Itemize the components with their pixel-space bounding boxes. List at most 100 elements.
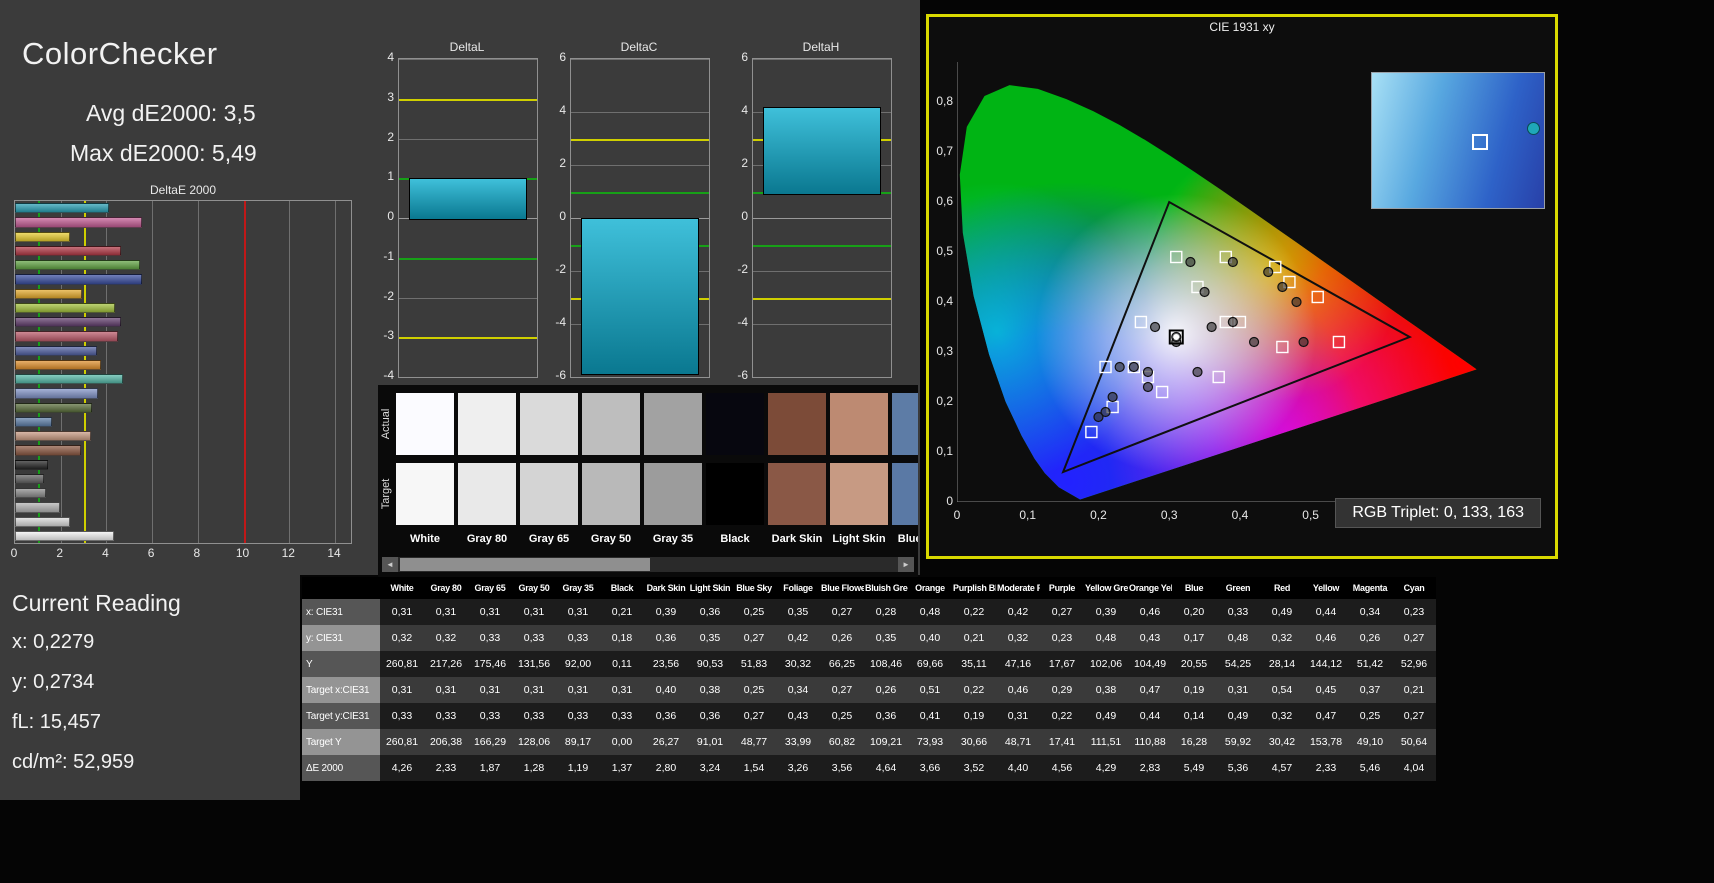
table-cell: 23,56 [644,651,688,677]
table-cell: 1,19 [556,755,600,781]
table-cell: 2,33 [1304,755,1348,781]
deltaH-gridline [753,377,891,378]
table-cell: 0,31 [512,599,556,625]
column-header-black: Black [600,577,644,599]
table-cell: 0,25 [820,703,864,729]
table-cell: 1,54 [732,755,776,781]
table-cell: 0,32 [424,625,468,651]
deltae2000-chart: DeltaE 2000 02468101214 [14,183,354,573]
deltaH-chart-title: DeltaH [752,40,890,54]
table-cell: 0,33 [556,625,600,651]
deltae-bar-red [15,246,121,256]
table-cell: 0,44 [1128,703,1172,729]
deltaL-gridline [399,59,537,60]
deltaH-y-tick-label: 0 [722,209,748,223]
page-title: ColorChecker [22,36,218,72]
row-label-target-x-cie31: Target x:CIE31 [302,677,380,703]
deltae-x-tick-label: 12 [282,546,295,560]
table-cell: 0,46 [1128,599,1172,625]
target-swatch-light-skin [830,463,888,525]
actual-swatch-blue-sky [892,393,918,455]
table-cell: 3,52 [952,755,996,781]
scroll-right-arrow-icon[interactable]: ► [898,557,914,572]
table-cell: 0,27 [820,677,864,703]
patch-strip-scrollbar[interactable]: ◄ ► [382,557,914,572]
deltaH-y-tick-label: 4 [722,103,748,117]
deltaH-gridline [753,218,891,219]
deltaH-reference-line [753,298,891,300]
table-cell: 69,66 [908,651,952,677]
deltaL-y-tick-label: -1 [368,249,394,263]
table-row--e-2000: ΔE 20004,262,331,871,281,191,372,803,241… [302,755,1436,781]
column-header-orange-yellow: Orange Yellow [1128,577,1172,599]
cie-x-tick-label: 0,5 [1302,508,1319,522]
deltaL-reference-line [399,99,537,101]
table-cell: 110,88 [1128,729,1172,755]
table-cell: 0,31 [468,599,512,625]
column-header-blue: Blue [1172,577,1216,599]
table-cell: 0,42 [776,625,820,651]
table-cell: 48,77 [732,729,776,755]
table-cell: 206,38 [424,729,468,755]
column-header-yellow-green: Yellow Green [1084,577,1128,599]
table-cell: 0,51 [908,677,952,703]
deltaL-chart-title: DeltaL [398,40,536,54]
scrollbar-thumb[interactable] [400,558,650,571]
deltaL-y-tick-label: -4 [368,368,394,382]
measured-point-marker [1264,268,1273,277]
table-cell: 0,36 [864,703,908,729]
patch-name-gray-35: Gray 35 [644,533,702,545]
rgb-triplet-readout: RGB Triplet: 0, 133, 163 [1335,498,1541,528]
table-cell: 0,31 [556,599,600,625]
actual-swatch-light-skin [830,393,888,455]
column-header-bluish-green: Bluish Green [864,577,908,599]
patch-name-blue-sky: Blue Sky [892,533,918,545]
deltae-bar-magenta [15,217,142,227]
table-cell: 4,64 [864,755,908,781]
table-cell: 0,31 [996,703,1040,729]
cie-y-tick-label: 0,7 [929,144,953,158]
table-cell: 59,92 [1216,729,1260,755]
deltae-bar-green [15,260,140,270]
column-header-foliage: Foliage [776,577,820,599]
column-header-blue-flower: Blue Flower [820,577,864,599]
measured-point-marker [1200,288,1209,297]
deltaC-y-tick-label: -4 [540,315,566,329]
table-cell: 17,41 [1040,729,1084,755]
table-cell: 2,33 [424,755,468,781]
table-cell: 0,33 [600,703,644,729]
table-cell: 0,36 [644,625,688,651]
deltae-bar-gray-35 [15,474,44,484]
scroll-left-arrow-icon[interactable]: ◄ [382,557,398,572]
measured-point-marker [1193,368,1202,377]
patch-name-white: White [396,533,454,545]
table-cell: 0,20 [1172,599,1216,625]
deltae-x-tick-label: 2 [56,546,63,560]
bottom-strip [0,800,300,883]
deltae-x-tick-label: 4 [102,546,109,560]
target-swatch-gray-65 [520,463,578,525]
cie-x-tick-label: 0,3 [1161,508,1178,522]
deltaH-reference-line [753,245,891,247]
deltaC-bar [581,218,699,375]
table-cell: 4,40 [996,755,1040,781]
deltaC-gridline [571,165,709,166]
table-cell: 0,22 [952,599,996,625]
table-cell: 60,82 [820,729,864,755]
measured-point-marker [1292,298,1301,307]
actual-row-label: Actual [380,393,394,455]
table-cell: 104,49 [1128,651,1172,677]
table-row-target-y-cie31: Target y:CIE310,330,330,330,330,330,330,… [302,703,1436,729]
inset-measured-circle-marker [1527,122,1540,135]
deltaH-chart: DeltaH 6420-2-4-6 [722,40,892,385]
table-cell: 90,53 [688,651,732,677]
table-cell: 0,38 [1084,677,1128,703]
table-cell: 0,41 [908,703,952,729]
target-swatch-gray-35 [644,463,702,525]
deltae-bar-blue-sky [15,417,52,427]
table-cell: 0,48 [1084,625,1128,651]
table-cell: 0,49 [1084,703,1128,729]
deltae2000-plot-area [14,200,352,544]
deltaH-bar [763,107,881,195]
table-cell: 54,25 [1216,651,1260,677]
